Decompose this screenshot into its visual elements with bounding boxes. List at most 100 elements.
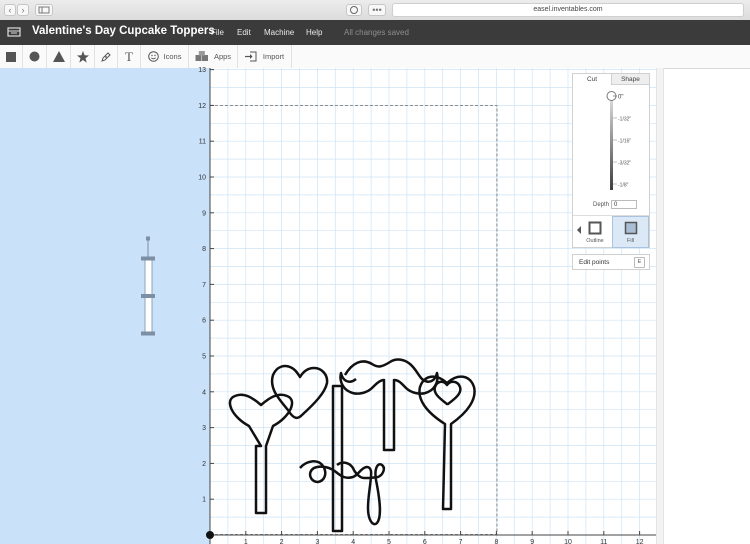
y-axis-labels: 12345678910111213 [198, 67, 214, 504]
fill-label: Fill [626, 238, 635, 244]
pen-icon [101, 51, 111, 62]
sidebar-icon [38, 6, 50, 14]
import-icon [244, 51, 257, 62]
y-tick-label: 11 [199, 139, 206, 146]
depth-mark-1: -1/32" [618, 117, 631, 123]
import-button[interactable]: Import [238, 45, 292, 68]
cut-settings-panel: Cut Shape 0" -1/32" -1/16" -3/32" -1/8" … [572, 73, 650, 248]
menu-help[interactable]: Help [306, 28, 322, 37]
edit-points-button[interactable]: Edit points E [572, 254, 650, 270]
x-tick-label: 8 [494, 539, 498, 544]
origin-marker [206, 531, 214, 539]
heart-topper-right[interactable] [418, 375, 476, 511]
more-button[interactable]: ••• [368, 4, 386, 16]
square-icon [6, 51, 16, 62]
x-tick-label: 10 [564, 539, 572, 544]
browser-toolbar: ‹ › ••• easel.inventables.com [0, 0, 750, 21]
text-tool-button[interactable]: T [118, 45, 141, 68]
depth-mark-3: -3/32" [618, 161, 631, 167]
y-tick-label: 12 [198, 103, 206, 110]
menu-file[interactable]: File [211, 28, 224, 37]
depth-input[interactable]: 0 [611, 200, 637, 209]
left-design-panel[interactable] [0, 68, 210, 544]
depth-mark-4: -1/8" [618, 183, 629, 189]
x-tick-label: 11 [600, 539, 607, 544]
resize-handle-bottom[interactable] [141, 331, 155, 336]
icons-button[interactable]: Icons [141, 45, 189, 68]
x-tick-label: 12 [636, 539, 644, 544]
project-title[interactable]: Valentine's Day Cupcake Toppers [32, 25, 215, 37]
forward-button[interactable]: › [17, 4, 29, 16]
keyboard-shortcut-badge: E [634, 257, 645, 268]
y-tick-label: 5 [202, 354, 206, 361]
outline-icon [588, 221, 602, 235]
y-tick-label: 1 [202, 497, 206, 504]
depth-track [610, 95, 613, 190]
forward-icon: › [21, 5, 25, 15]
tab-cut[interactable]: Cut [573, 74, 611, 85]
canvas-scrollbar[interactable] [656, 68, 664, 544]
x-tick-label: 3 [315, 539, 319, 544]
app-header: Valentine's Day Cupcake Toppers File Edi… [0, 20, 750, 45]
x-tick-label: 9 [530, 539, 534, 544]
x-tick-label: 5 [387, 539, 391, 544]
circle-tool-button[interactable] [23, 45, 47, 68]
depth-mark-0: 0" [618, 95, 623, 101]
y-tick-label: 9 [202, 210, 206, 217]
x-tick-label: 1 [244, 539, 248, 544]
fill-icon [624, 221, 638, 235]
menu-machine[interactable]: Machine [264, 28, 294, 37]
star-icon [76, 50, 89, 63]
smiley-icon [147, 51, 159, 62]
back-button[interactable]: ‹ [4, 4, 16, 16]
url-bar[interactable]: easel.inventables.com [392, 3, 744, 17]
back-icon: ‹ [8, 5, 12, 15]
apps-label: Apps [213, 52, 232, 61]
import-label: Import [262, 52, 285, 61]
circle-icon [29, 51, 40, 62]
x-tick-label: 7 [459, 539, 463, 544]
x-axis-labels: 1 2 3 4 5 6 7 8 9 10 11 12 [244, 531, 644, 544]
icons-label: Icons [163, 52, 182, 61]
y-tick-label: 13 [198, 67, 206, 74]
heart-topper-left[interactable] [228, 393, 294, 515]
rotate-handle[interactable] [146, 236, 150, 241]
fill-option[interactable]: Fill [612, 216, 649, 248]
save-status: All changes saved [344, 28, 409, 37]
sidebar-toggle-button[interactable] [35, 4, 53, 16]
more-icon: ••• [372, 5, 382, 15]
tab-shape[interactable]: Shape [611, 74, 649, 85]
star-tool-button[interactable] [71, 45, 95, 68]
easel-logo-icon[interactable] [7, 26, 21, 38]
triangle-icon [52, 51, 65, 62]
y-tick-label: 6 [202, 318, 206, 325]
menu-edit[interactable]: Edit [237, 28, 251, 37]
y-tick-label: 7 [202, 282, 206, 289]
triangle-tool-button[interactable] [47, 45, 71, 68]
outline-label: Outline [586, 238, 604, 244]
url-text: easel.inventables.com [533, 6, 603, 13]
outline-option[interactable]: Outline [579, 217, 611, 248]
apps-button[interactable]: Apps [189, 45, 238, 68]
y-tick-label: 3 [202, 425, 206, 432]
y-tick-label: 10 [198, 175, 206, 182]
x-tick-label: 4 [351, 539, 355, 544]
shape-toolbar: T Icons Apps Import [0, 45, 750, 69]
resize-handle-middle[interactable] [141, 294, 155, 298]
depth-slider[interactable]: 0" -1/32" -1/16" -3/32" -1/8" [573, 85, 649, 215]
heart-cutout [433, 380, 462, 406]
resize-handle-top[interactable] [141, 256, 155, 261]
pinterest-extension-button[interactable] [346, 4, 362, 16]
pen-tool-button[interactable] [95, 45, 118, 68]
selection-preview [141, 236, 155, 336]
stick-middle[interactable] [331, 384, 344, 533]
x-tick-label: 2 [280, 539, 284, 544]
square-tool-button[interactable] [0, 45, 23, 68]
x-tick-label: 6 [423, 539, 427, 544]
cubes-icon [195, 51, 208, 61]
depth-label: Depth [593, 202, 610, 208]
pinterest-icon [350, 6, 358, 14]
y-tick-label: 4 [202, 389, 206, 396]
y-tick-label: 2 [202, 461, 206, 468]
depth-mark-2: -1/16" [618, 139, 631, 145]
